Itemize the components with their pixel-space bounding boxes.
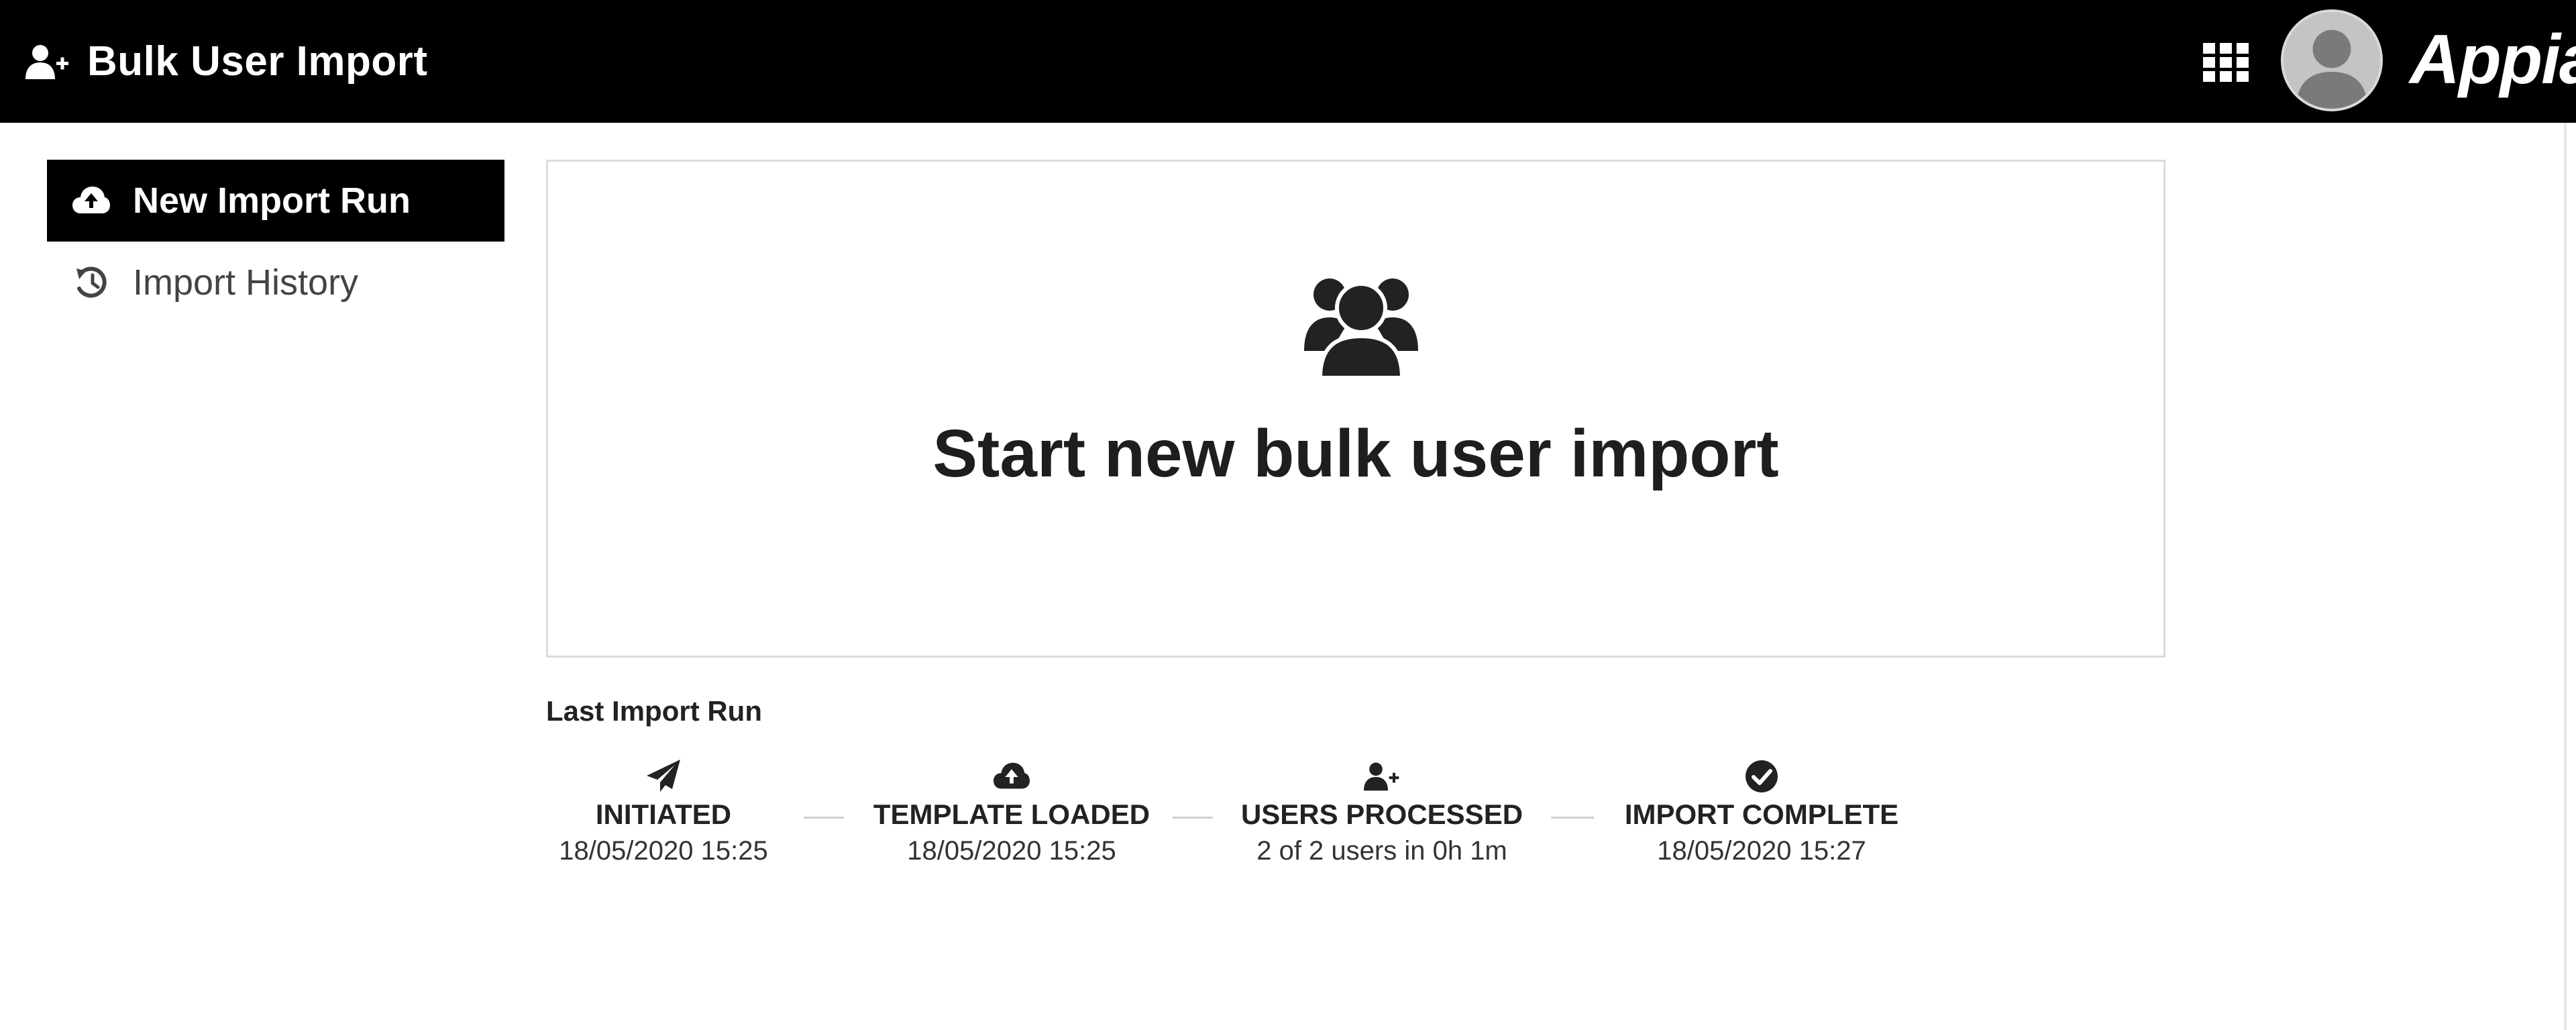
cloud-upload-icon [72, 187, 110, 213]
card-title: Start new bulk user import [932, 416, 1779, 491]
brand-logo[interactable]: Appian [2410, 20, 2576, 100]
step-label: INITIATED [595, 799, 732, 830]
step-connector [1173, 817, 1213, 819]
step-connector [1551, 817, 1594, 819]
step-initiated: INITIATED 18/05/2020 15:25 [546, 758, 781, 866]
step-value: 18/05/2020 15:27 [1657, 836, 1866, 866]
check-circle-icon [1746, 760, 1778, 792]
sidebar-item-label: Import History [133, 262, 359, 303]
header-title-group: Bulk User Import [25, 0, 428, 123]
page-scrollbar[interactable] [2564, 123, 2567, 1030]
sidebar-item-label: New Import Run [133, 181, 411, 221]
user-plus-icon [1364, 762, 1399, 791]
sidebar-item-new-import-run[interactable]: New Import Run [47, 160, 504, 242]
step-label: IMPORT COMPLETE [1624, 799, 1899, 830]
step-label: TEMPLATE LOADED [873, 799, 1150, 830]
step-users-processed: USERS PROCESSED 2 of 2 users in 0h 1m [1234, 758, 1529, 866]
app-title: Bulk User Import [87, 38, 428, 85]
user-avatar[interactable] [2281, 9, 2383, 111]
step-template-loaded: TEMPLATE LOADED 18/05/2020 15:25 [865, 758, 1158, 866]
step-value: 18/05/2020 15:25 [907, 836, 1116, 866]
step-label: USERS PROCESSED [1240, 799, 1523, 830]
cloud-upload-icon [994, 762, 1030, 789]
sidebar-item-import-history[interactable]: Import History [47, 242, 504, 323]
step-import-complete: IMPORT COMPLETE 18/05/2020 15:27 [1615, 758, 1908, 866]
step-connector [804, 817, 844, 819]
sidebar-nav: New Import Run Import History [47, 160, 504, 323]
user-avatar-icon [2284, 12, 2380, 109]
top-header: Bulk User Import Appian [0, 0, 2576, 123]
app-root: Bulk User Import Appian [0, 0, 2576, 1030]
step-value: 18/05/2020 15:25 [559, 836, 768, 866]
apps-grid-icon[interactable] [2202, 42, 2250, 83]
user-plus-icon [25, 44, 68, 79]
users-icon [1304, 278, 1418, 378]
step-value: 2 of 2 users in 0h 1m [1256, 836, 1507, 866]
history-icon [76, 266, 107, 298]
paper-plane-icon [647, 760, 680, 792]
last-import-title: Last Import Run [546, 695, 762, 727]
start-import-card[interactable]: Start new bulk user import [546, 160, 2165, 658]
